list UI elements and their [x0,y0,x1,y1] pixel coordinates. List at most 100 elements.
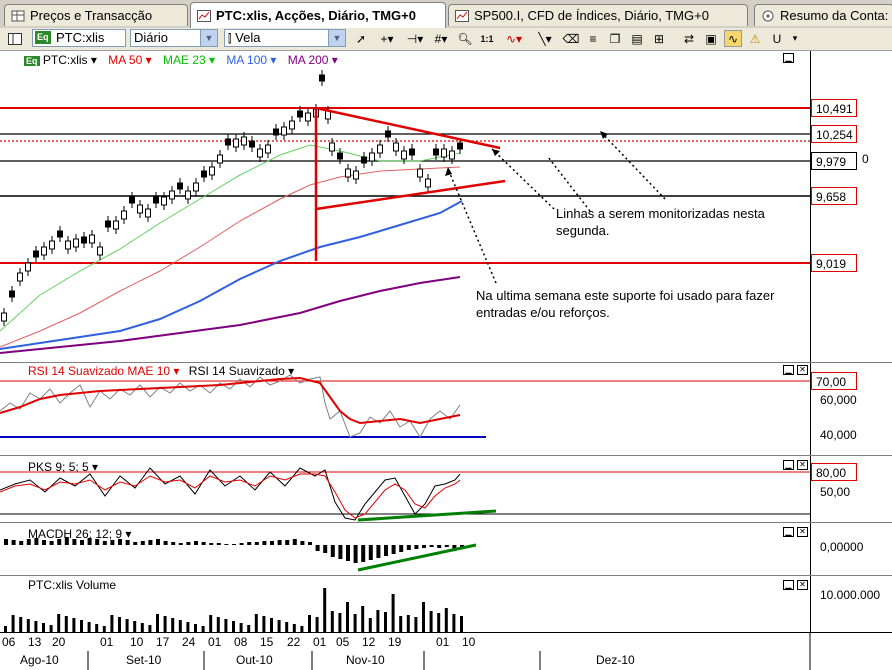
candle-body [153,196,159,204]
toggle-panel-button[interactable] [6,30,24,47]
candle-body [217,154,223,164]
candle-body [393,142,399,152]
candle-body [89,234,95,244]
zoom-tool[interactable]: 🔍︎ [456,30,474,47]
interval-select[interactable]: Diário ▼ [130,29,218,47]
tab-sp500[interactable]: SP500.I, CFD de Índices, Diário, TMG+0 [448,4,748,26]
eraser-tool[interactable]: ⌫ [562,30,580,47]
minimize-pane-button[interactable]: ▁ [783,460,794,470]
more-tools[interactable]: ▾ [788,30,802,47]
grid-icon: #▾ [434,31,448,46]
wave-tool[interactable]: ∿ [724,30,742,47]
hline-tool[interactable]: ⊣▾ [402,30,428,47]
rsi-level-60: 60,000 [820,393,857,407]
macd-bar [323,545,328,553]
volume-bar [118,617,121,632]
volume-bar [270,618,273,632]
tab-precos[interactable]: Preços e Transacção [4,4,188,26]
volume-bar [224,619,228,632]
volume-label[interactable]: PTC:xlis Volume [28,578,116,592]
magnet-tool[interactable]: U [768,30,786,47]
pks-legend: PKS 9; 5; 5 ▾ [28,460,99,474]
macd-bar [216,543,221,545]
volume-legend: PTC:xlis Volume [28,578,116,592]
macd-bar [422,545,426,548]
legend-symbol[interactable]: PTC:xlis [43,53,88,67]
line-tool[interactable]: ╲▾ [532,30,558,47]
macd-bar [178,543,183,545]
price-label-9019: 9,019 [811,254,857,272]
pks-pane[interactable]: PKS 9; 5; 5 ▾ [0,456,810,522]
legend-ma50[interactable]: MA 50 [108,53,142,67]
close-pane-button[interactable]: ✕ [797,527,808,537]
format-tool[interactable]: ⊞ [650,30,668,47]
equity-icon: Eq [35,31,51,44]
volume-pane[interactable]: PTC:xlis Volume [0,576,810,632]
pointer-tool[interactable]: ➚ [352,30,370,47]
candle-body [129,196,135,204]
symbol-selector[interactable]: PTC:xlis Eq [32,29,126,47]
close-pane-button[interactable]: ✕ [797,580,808,590]
macd-bar [270,541,274,545]
table-icon [11,10,25,21]
macd-bar [308,542,312,545]
format-icon: ⊞ [653,31,665,46]
candle-body [369,152,375,162]
rsi-mae-label[interactable]: RSI 14 Suavizado MAE 10 [28,364,170,378]
legend-ma200[interactable]: MA 200 [288,53,329,67]
line-icon: ╲▾ [538,31,552,46]
candle-body [241,136,247,146]
close-pane-button[interactable]: ✕ [797,365,808,375]
volume-bar [330,611,334,632]
chart-style-select[interactable]: ⫿ Vela ▼ [224,29,346,47]
price-label-9979: 9,979 [811,152,857,170]
candle-body [161,196,167,206]
minimize-pane-button[interactable]: ▁ [783,53,794,63]
candle-body [113,220,119,230]
layout-tool[interactable]: ▤ [628,30,646,47]
save-tool[interactable]: ▣ [702,30,720,47]
macd-bar [11,540,16,545]
macd-bar [254,542,259,545]
magnet-icon: U [772,31,782,46]
legend-mae23[interactable]: MAE 23 [163,53,206,67]
volume-bar [437,613,441,632]
crosshair-tool[interactable]: +▾ [374,30,400,47]
tab-resumo[interactable]: Resumo da Conta: [754,4,892,26]
volume-bar [171,618,175,632]
minimize-pane-button[interactable]: ▁ [783,580,794,590]
candle-body [49,240,55,250]
ratio-tool[interactable]: 1:1 [478,30,496,47]
volume-chart [4,588,463,632]
close-pane-button[interactable]: ✕ [797,460,808,470]
volume-bar [216,617,220,632]
candle-body [193,182,199,192]
macd-label[interactable]: MACDH 26; 12; 9 [28,527,122,541]
macd-bar [361,545,366,562]
legend-ma100[interactable]: MA 100 [226,53,267,67]
compare-tool[interactable]: ⇄ [680,30,698,47]
macd-pane[interactable]: MACDH 26; 12; 9 ▾ [0,523,810,575]
pks-label[interactable]: PKS 9; 5; 5 [28,460,89,474]
hline-icon: ⊣▾ [406,31,424,46]
macd-bar [292,539,297,545]
macd-bar [429,545,434,547]
alert-tool[interactable]: ⚠ [746,30,764,47]
crosshair-icon: +▾ [380,31,394,46]
grid-tool[interactable]: #▾ [430,30,452,47]
candle-body [329,142,335,152]
volume-bar [11,615,15,632]
price-pane[interactable]: Eq PTC:xlis ▾ MA 50 ▾ MAE 23 ▾ MA 100 ▾ … [0,51,810,362]
indicator-tool[interactable]: ∿▾ [500,30,528,47]
equity-icon: Eq [24,56,40,66]
price-label-9658: 9,658 [811,187,857,205]
rsi-label[interactable]: RSI 14 Suavizado [189,364,285,378]
candle-body [441,148,447,158]
rsi-pane[interactable]: RSI 14 Suavizado MAE 10 ▾ RSI 14 Suaviza… [0,363,810,455]
clone-tool[interactable]: ❐ [606,30,624,47]
minimize-pane-button[interactable]: ▁ [783,527,794,537]
tab-ptc[interactable]: PTC:xlis, Acções, Diário, TMG+0 [190,2,446,28]
minimize-pane-button[interactable]: ▁ [783,365,794,375]
fib-tool[interactable]: ≡ [584,30,602,47]
volume-bar [80,620,83,632]
